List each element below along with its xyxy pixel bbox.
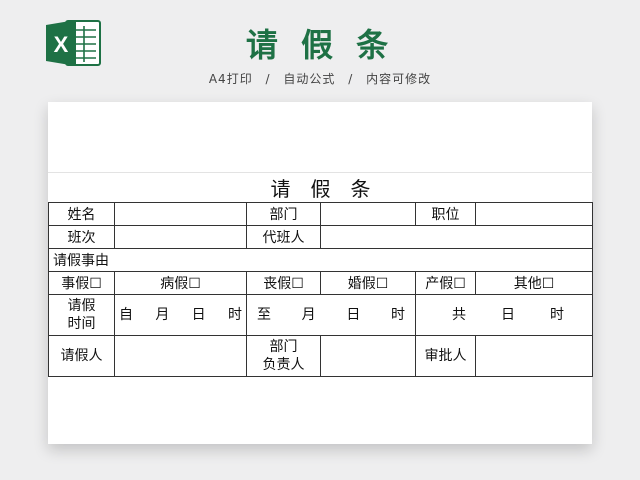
leave-type-personal[interactable]: 事假☐ <box>48 271 115 295</box>
dept-head-label-line-2: 负责人 <box>262 357 305 373</box>
table-row: 请假 时间 自 月 日 时 至 月 日 时 共 日 时 <box>48 294 594 336</box>
dept-head-cell[interactable] <box>320 335 416 377</box>
leave-type-maternity[interactable]: 产假☐ <box>415 271 476 295</box>
subtitle: A4打印 / 自动公式 / 内容可修改 <box>0 70 640 87</box>
subtitle-separator: / <box>348 72 354 86</box>
dept-cell[interactable] <box>320 202 416 226</box>
form-title-row: 请 假 条 <box>48 172 593 203</box>
reason-cell[interactable]: 请假事由 <box>47 248 594 272</box>
subtitle-separator: / <box>265 72 271 86</box>
table-row: 事假☐ 病假☐ 丧假☐ 婚假☐ 产假☐ 其他☐ <box>48 271 594 295</box>
shift-cell[interactable] <box>114 225 247 249</box>
applicant-cell[interactable] <box>114 335 247 377</box>
subtitle-editable: 内容可修改 <box>366 72 432 86</box>
to-time-cell[interactable]: 至 月 日 时 <box>246 294 416 336</box>
name-label: 姓名 <box>48 202 115 226</box>
shift-label: 班次 <box>48 225 115 249</box>
substitute-cell[interactable] <box>319 225 594 249</box>
table-row: 班次 代班人 <box>48 225 594 249</box>
leave-type-marriage[interactable]: 婚假☐ <box>320 271 416 295</box>
subtitle-formula: 自动公式 <box>283 72 336 86</box>
table-row: 请假人 部门 负责人 审批人 <box>48 335 594 377</box>
from-time-cell[interactable]: 自 月 日 时 <box>114 294 247 336</box>
leave-type-bereavement[interactable]: 丧假☐ <box>246 271 321 295</box>
subtitle-print: A4打印 <box>208 72 253 86</box>
table-row: 请假事由 <box>47 248 594 272</box>
dept-head-label-line-1: 部门 <box>269 339 298 355</box>
position-cell[interactable] <box>474 202 594 226</box>
leave-form-table: 请 假 条 姓名 部门 职位 班次 代班人 请假事由 事假☐ 病假☐ 丧假☐ 婚… <box>47 172 594 377</box>
period-label-line-1: 请假 <box>67 298 96 314</box>
applicant-label: 请假人 <box>48 335 115 377</box>
period-label: 请假 时间 <box>48 294 115 336</box>
page-title: 请 假 条 <box>245 26 395 64</box>
table-row: 姓名 部门 职位 <box>48 202 594 226</box>
approver-label: 审批人 <box>415 335 476 377</box>
total-time-cell[interactable]: 共 日 时 <box>414 294 594 336</box>
approver-cell[interactable] <box>474 335 594 377</box>
dept-label: 部门 <box>246 202 321 226</box>
dept-head-label: 部门 负责人 <box>246 335 321 377</box>
period-label-line-2: 时间 <box>67 316 96 332</box>
substitute-label: 代班人 <box>246 225 321 249</box>
spreadsheet-page: 请 假 条 姓名 部门 职位 班次 代班人 请假事由 事假☐ 病假☐ 丧假☐ 婚… <box>47 102 594 444</box>
leave-type-other[interactable]: 其他☐ <box>474 271 594 295</box>
leave-type-sick[interactable]: 病假☐ <box>114 271 247 295</box>
position-label: 职位 <box>415 202 476 226</box>
form-title: 请 假 条 <box>48 172 593 203</box>
name-cell[interactable] <box>114 202 247 226</box>
